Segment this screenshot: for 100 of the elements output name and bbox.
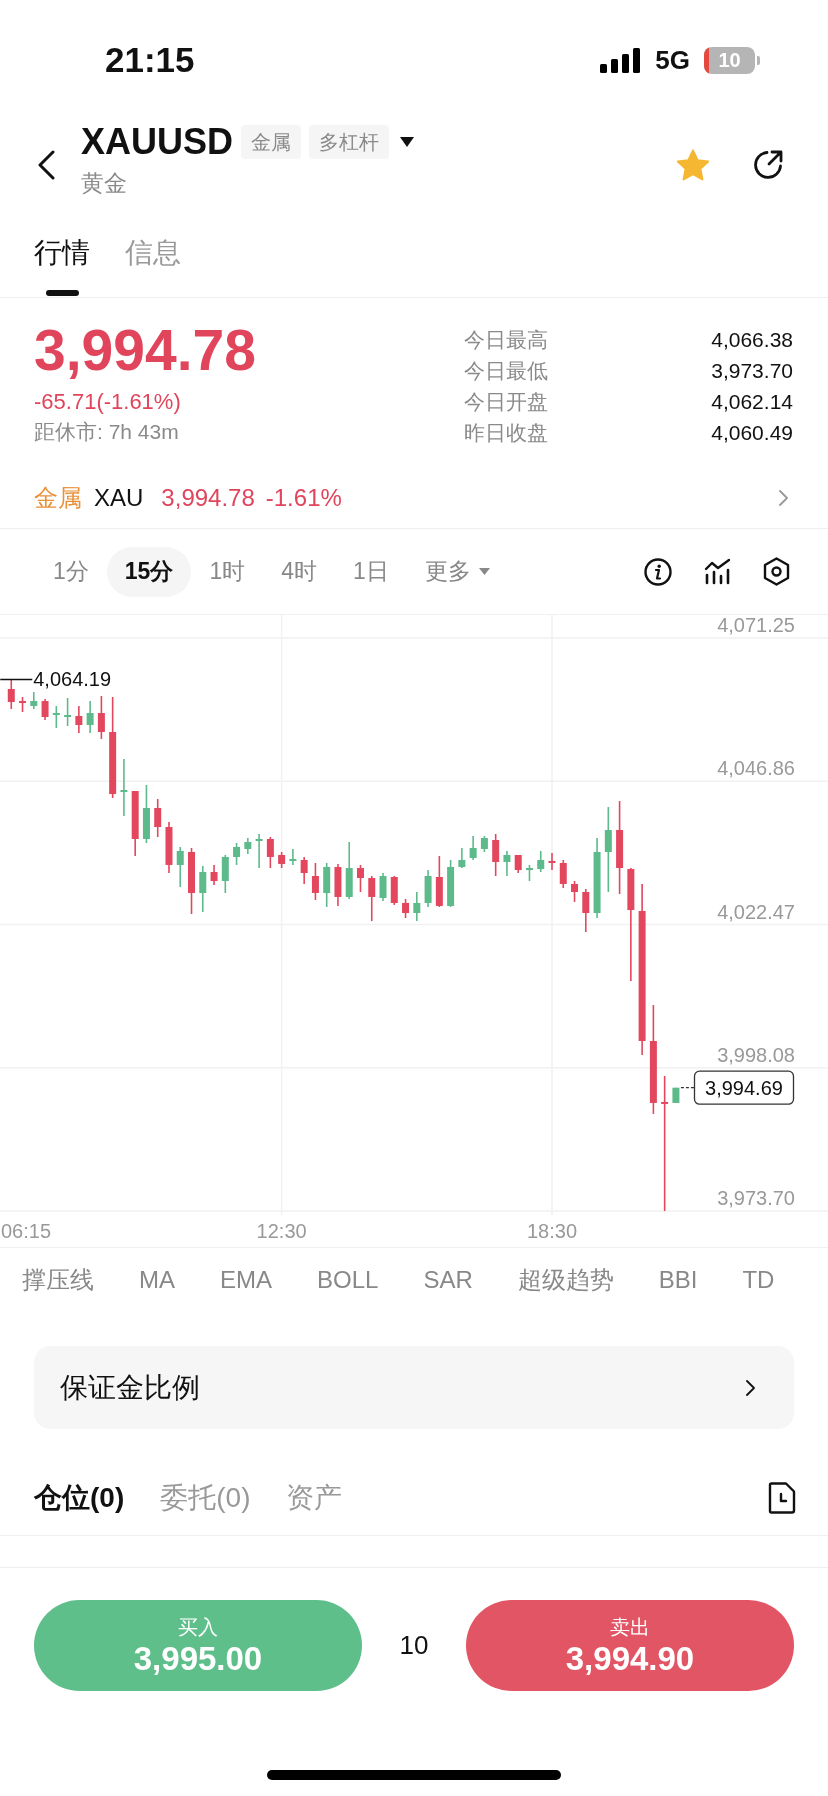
rising-candlestick [537, 850, 545, 873]
price-axis-label: 4,071.25 [717, 615, 795, 636]
rising-candlestick [447, 859, 455, 908]
price-axis-label: 3,973.70 [717, 1187, 795, 1209]
more-intervals-button[interactable]: 更多 [406, 546, 508, 597]
sell-button[interactable]: 卖出 3,994.90 [466, 1600, 794, 1691]
rising-candlestick [289, 848, 297, 866]
indicator-option[interactable]: 超级趋势 [517, 1264, 614, 1296]
rising-candlestick [345, 841, 353, 900]
indicator-option[interactable]: MA [139, 1266, 175, 1294]
price-change: -65.71(-1.61%) [34, 388, 181, 416]
last-price: 3,994.78 [34, 322, 256, 378]
rising-candlestick [503, 850, 511, 877]
falling-candlestick [41, 698, 49, 721]
rising-candlestick [52, 705, 60, 729]
order-quantity: 10 [398, 1630, 430, 1661]
interval-tab[interactable]: 1时 [191, 546, 264, 597]
stat-value: 3,973.70 [711, 358, 793, 383]
interval-tab[interactable]: 1日 [335, 546, 407, 597]
instrument-name: 黄金 [81, 169, 127, 198]
rising-candlestick [424, 869, 432, 908]
indicator-option[interactable]: EMA [220, 1266, 272, 1294]
price-axis-label: 3,998.08 [717, 1043, 795, 1066]
rising-candlestick [64, 697, 72, 727]
buy-button[interactable]: 买入 3,995.00 [34, 1600, 362, 1691]
chevron-right-icon[interactable] [779, 490, 788, 506]
rising-candlestick [323, 862, 331, 908]
interval-tab[interactable]: 1分 [35, 546, 107, 597]
margin-ratio-button[interactable]: 保证金比例 [34, 1346, 794, 1429]
time-axis-label: 12:30 [256, 1220, 307, 1242]
falling-candlestick [334, 863, 342, 907]
indicator-option[interactable]: TD [742, 1266, 775, 1294]
position-tab[interactable]: 委托(0) [160, 1479, 251, 1517]
rising-candlestick [525, 864, 533, 882]
falling-candlestick [548, 852, 556, 871]
underlying-symbol: XAU [94, 484, 144, 512]
position-tab[interactable]: 仓位(0) [34, 1479, 125, 1517]
settings-icon[interactable] [763, 557, 790, 586]
time-axis-label: 18:30 [526, 1220, 578, 1242]
falling-candlestick [7, 678, 15, 710]
price-leader-line [680, 1087, 695, 1089]
chevron-right-icon [746, 1379, 755, 1396]
position-tab[interactable]: 资产 [286, 1479, 343, 1517]
interval-tab[interactable]: 4时 [263, 546, 335, 597]
rising-candlestick [244, 837, 252, 855]
market-tag: 多杠杆 [309, 125, 389, 159]
network-type: 5G [655, 44, 690, 76]
falling-candlestick [435, 855, 443, 908]
falling-candlestick [300, 856, 308, 885]
indicator-option[interactable]: SAR [423, 1266, 473, 1294]
info-icon[interactable] [644, 557, 672, 586]
battery-indicator: 10 [704, 46, 760, 74]
underlying-category: 金属 [34, 483, 82, 513]
indicator-option[interactable]: BOLL [317, 1266, 379, 1294]
chart-indicator-icon[interactable] [704, 558, 731, 585]
caret-down-icon [478, 568, 490, 575]
dropdown-caret-icon[interactable] [400, 137, 414, 147]
favorite-star-icon[interactable] [676, 148, 710, 182]
rising-candlestick [86, 700, 94, 734]
stat-value: 4,060.49 [711, 420, 793, 445]
stat-label: 今日最低 [464, 357, 548, 384]
interval-tab[interactable]: 15分 [106, 546, 192, 597]
time-axis-label: 06:15 [1, 1220, 52, 1242]
section-tab[interactable]: 信息 [125, 210, 181, 297]
stat-label: 昨日收盘 [464, 419, 548, 446]
stat-label: 今日最高 [464, 326, 548, 353]
section-tab[interactable]: 行情 [34, 210, 90, 297]
market-tag: 金属 [241, 125, 301, 159]
rising-candlestick [30, 691, 38, 710]
falling-candlestick [357, 864, 364, 893]
falling-candlestick [492, 833, 500, 877]
falling-candlestick [97, 695, 105, 740]
stat-value: 4,062.14 [711, 389, 793, 414]
underlying-price: 3,994.78 [161, 484, 255, 512]
falling-candlestick [402, 898, 410, 919]
back-icon[interactable] [37, 150, 55, 180]
rising-candlestick [672, 1086, 680, 1104]
falling-candlestick [514, 854, 522, 874]
indicator-option[interactable]: 撑压线 [22, 1264, 94, 1296]
falling-candlestick [311, 862, 319, 901]
stat-label: 今日开盘 [464, 388, 548, 415]
rising-candlestick [176, 846, 184, 888]
rising-candlestick [120, 758, 128, 817]
falling-candlestick [75, 705, 83, 734]
falling-candlestick [571, 880, 579, 903]
rising-candlestick [469, 835, 477, 861]
stat-value: 4,066.38 [711, 327, 793, 352]
falling-candlestick [154, 798, 162, 838]
underlying-change: -1.61% [265, 484, 342, 512]
share-icon[interactable] [752, 149, 784, 181]
document-clock-icon[interactable] [768, 1482, 796, 1514]
indicator-option[interactable]: BBI [658, 1266, 698, 1294]
falling-candlestick [131, 790, 139, 857]
falling-candlestick [165, 821, 173, 874]
falling-candlestick [188, 847, 195, 915]
rising-candlestick [379, 872, 387, 902]
annotation: 3,994.69 [705, 1076, 783, 1099]
annotation: 4,064.19 [33, 668, 112, 691]
current-price-tag: 3,994.69 [693, 1070, 795, 1105]
falling-candlestick [559, 859, 567, 889]
